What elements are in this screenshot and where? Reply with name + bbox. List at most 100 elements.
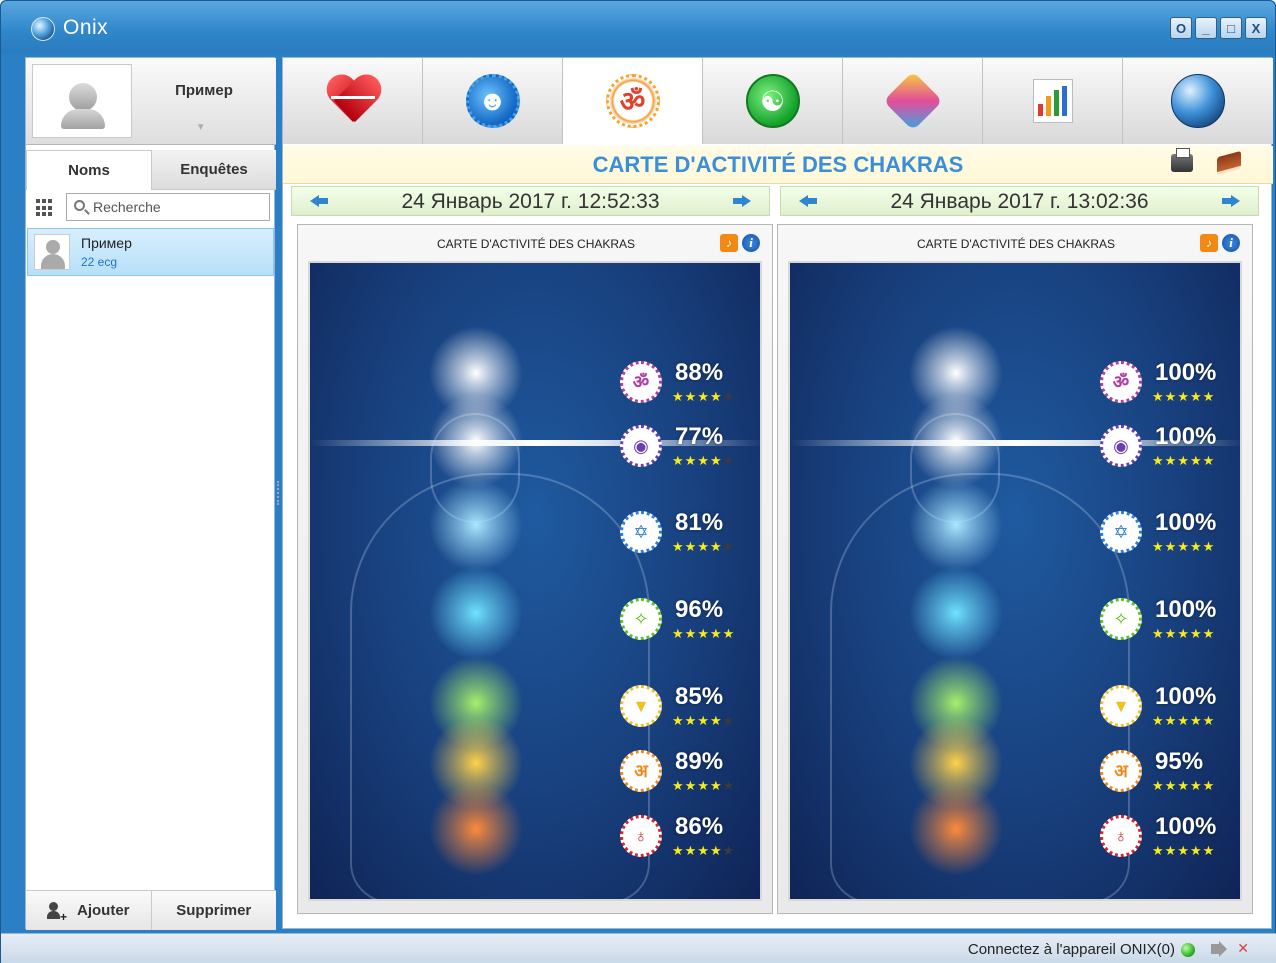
star-icon: ★ (1164, 778, 1178, 793)
date-bar-right: 24 Январь 2017 г. 13:02:36 (780, 186, 1259, 216)
date-navigation: 24 Январь 2017 г. 12:52:33 24 Январь 201… (291, 186, 1259, 216)
star-rating: ★★★★★ (672, 539, 735, 555)
star-icon: ★ (684, 778, 698, 793)
star-icon: ★ (1202, 778, 1216, 793)
list-item-name: Пример (81, 235, 132, 251)
star-rating: ★★★★★ (672, 778, 735, 794)
options-button[interactable]: O (1170, 17, 1192, 39)
om-chakra-icon: ॐ (605, 74, 660, 128)
grid-menu-icon[interactable] (36, 199, 54, 217)
chakra-row: ✡ 100% ★★★★★ (1100, 509, 1230, 559)
star-icon: ★ (697, 389, 710, 404)
profile-header[interactable]: Пример ▾ (26, 58, 276, 145)
arrow-right-icon[interactable] (1222, 195, 1240, 207)
chakra-percent: 100% (1155, 596, 1217, 623)
star-rating: ★★★★★ (672, 843, 735, 859)
star-rating: ★★★★★ (1152, 778, 1215, 794)
maximize-button[interactable]: □ (1220, 17, 1242, 39)
chakra-visualization: ॐ 100% ★★★★★ ◉ 100% ★★★★★ ✡ 100% ★★★★★ ✧ 100% ★★★★★… (788, 261, 1242, 901)
star-icon: ★ (672, 389, 685, 404)
star-icon: ★ (672, 713, 685, 728)
star-icon: ★ (1177, 778, 1190, 793)
star-icon: ★ (1164, 626, 1178, 641)
search-input[interactable] (93, 197, 263, 217)
tab-noms[interactable]: Noms (26, 150, 152, 190)
printer-icon[interactable] (1171, 148, 1193, 172)
star-icon: ★ (1177, 713, 1190, 728)
heart-ecg-icon (325, 76, 381, 126)
music-note-icon[interactable]: ♪ (1200, 234, 1218, 252)
date-text: 24 Январь 2017 г. 12:52:33 (401, 190, 660, 213)
close-icon[interactable]: ✕ (1237, 940, 1249, 957)
star-rating: ★★★★★ (672, 389, 735, 405)
speaker-muted-icon[interactable] (1211, 941, 1227, 957)
chakra-visualization: ॐ 88% ★★★★★ ◉ 77% ★★★★★ ✡ 81% ★★★★★ ✧ 96% ★★★★★ ▼ 85%… (308, 261, 762, 901)
chevron-down-icon[interactable]: ▾ (198, 120, 204, 133)
star-icon: ★ (1152, 539, 1165, 554)
star-icon: ★ (1202, 389, 1216, 404)
star-icon: ★ (709, 778, 723, 793)
star-icon: ★ (1189, 626, 1203, 641)
chakra-symbol-icon: अ (620, 750, 662, 792)
chakra-row: ॐ 88% ★★★★★ (620, 359, 750, 409)
chakra-row: ♁ 100% ★★★★★ (1100, 813, 1230, 863)
info-icon[interactable]: i (742, 234, 760, 252)
chakra-symbol-icon: ♁ (1100, 815, 1142, 857)
star-icon: ★ (722, 843, 736, 858)
module-yin-yang[interactable]: ☯ (703, 58, 843, 144)
star-icon: ★ (1177, 843, 1190, 858)
star-icon: ★ (1164, 453, 1178, 468)
star-icon: ★ (672, 843, 685, 858)
tab-enquetes[interactable]: Enquêtes (152, 150, 276, 190)
module-chakra[interactable]: ॐ (563, 58, 703, 144)
star-icon: ★ (1177, 453, 1190, 468)
chakra-percent: 86% (675, 813, 724, 840)
avatar[interactable] (32, 64, 132, 138)
module-pentagon[interactable] (843, 58, 983, 144)
module-heart[interactable] (283, 58, 423, 144)
close-button[interactable]: X (1245, 17, 1267, 39)
music-note-icon[interactable]: ♪ (720, 234, 738, 252)
minimize-button[interactable]: _ (1195, 17, 1217, 39)
star-icon: ★ (1177, 389, 1190, 404)
chakra-percent: 88% (675, 359, 724, 386)
star-icon: ★ (697, 626, 710, 641)
chakra-symbol-icon: ॐ (620, 361, 662, 403)
chakra-row: ✧ 96% ★★★★★ (620, 596, 750, 646)
module-head[interactable]: ☻ (423, 58, 563, 144)
star-icon: ★ (722, 626, 736, 641)
star-icon: ★ (1177, 539, 1190, 554)
left-actions: + Ajouter Supprimer (26, 890, 276, 930)
list-item[interactable]: Пример 22 ecg (27, 228, 274, 276)
chakra-percent: 100% (1155, 509, 1217, 536)
star-icon: ★ (1189, 389, 1203, 404)
chakra-percent: 95% (1155, 748, 1204, 775)
chakra-percent: 100% (1155, 423, 1217, 450)
star-icon: ★ (697, 453, 710, 468)
star-icon: ★ (684, 626, 698, 641)
info-icon[interactable]: i (1222, 234, 1240, 252)
module-bars[interactable] (983, 58, 1123, 144)
star-rating: ★★★★★ (672, 713, 735, 729)
arrow-right-icon[interactable] (733, 195, 751, 207)
app-window: Onix O _ □ X Пример ▾ Noms Enquêtes Rech… (0, 0, 1276, 963)
bar-chart-icon (1032, 79, 1073, 123)
title-bar[interactable]: Onix O _ □ X (1, 1, 1275, 53)
star-icon: ★ (684, 389, 698, 404)
chakra-row: अ 95% ★★★★★ (1100, 748, 1230, 798)
chakra-row: ॐ 100% ★★★★★ (1100, 359, 1230, 409)
delete-button[interactable]: Supprimer (150, 891, 277, 930)
panel-splitter[interactable] (277, 481, 280, 505)
star-icon: ★ (1202, 713, 1216, 728)
chakra-percent: 77% (675, 423, 724, 450)
module-globe[interactable] (1123, 58, 1273, 144)
add-button[interactable]: + Ajouter (26, 891, 151, 930)
star-icon: ★ (1189, 843, 1203, 858)
chakra-row: अ 89% ★★★★★ (620, 748, 750, 798)
chakra-panel-left: CARTE D'ACTIVITÉ DES CHAKRAS ♪ i ॐ 88% ★★★… (297, 224, 773, 914)
person-head-icon (69, 83, 97, 111)
date-bar-left: 24 Январь 2017 г. 12:52:33 (291, 186, 770, 216)
star-icon: ★ (709, 626, 723, 641)
star-icon: ★ (1152, 778, 1165, 793)
star-icon: ★ (672, 539, 685, 554)
